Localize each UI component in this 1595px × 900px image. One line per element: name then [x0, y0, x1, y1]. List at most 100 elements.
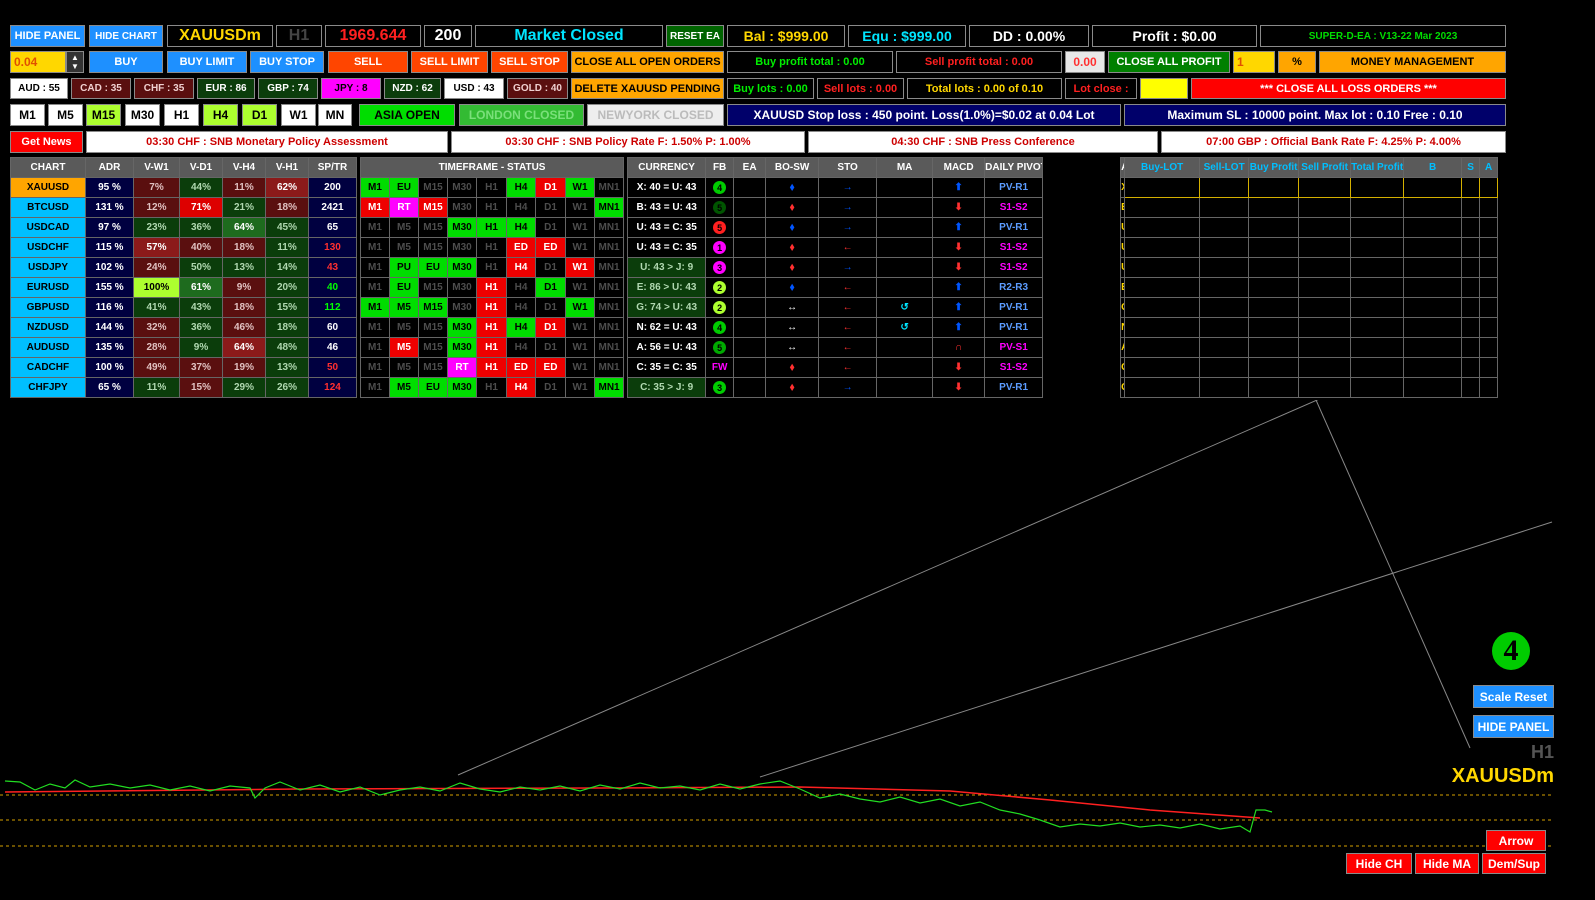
- ma-cell: ↺: [876, 297, 934, 318]
- close-all-open-orders-button[interactable]: CLOSE ALL OPEN ORDERS: [571, 51, 724, 73]
- chart-symbol-button[interactable]: CHFJPY: [10, 377, 86, 398]
- macd-arrow-icon: ⬆: [932, 317, 986, 338]
- chart-symbol-button[interactable]: AUDUSD: [10, 337, 86, 358]
- timeframe-status-cell: M30: [447, 257, 477, 278]
- table-row: USDJPY 102 % 24% 50% 13% 14% 43 M1 PU EU M30 H1 H4 D1…: [10, 257, 1516, 278]
- sto-arrow-icon: ←: [818, 337, 878, 358]
- hide-panel-button-side[interactable]: HIDE PANEL: [1473, 715, 1554, 738]
- adr-cell: 100 %: [85, 357, 134, 378]
- hide-ch-button[interactable]: Hide CH: [1346, 853, 1412, 874]
- chart-symbol-button[interactable]: USDJPY: [10, 257, 86, 278]
- column-header: V-H4: [222, 157, 266, 178]
- trade-stat-cell: [1199, 317, 1250, 338]
- reset-ea-button[interactable]: RESET EA: [666, 25, 724, 47]
- lot-stepper[interactable]: ▲ ▼: [66, 51, 84, 73]
- timeframe-button-h4[interactable]: H4: [203, 104, 238, 126]
- spread-cell: 124: [308, 377, 357, 398]
- timeframe-button-m5[interactable]: M5: [48, 104, 83, 126]
- trade-stat-cell: [1403, 377, 1463, 398]
- money-management-button[interactable]: MONEY MANAGEMENT: [1319, 51, 1506, 73]
- get-news-button[interactable]: Get News: [10, 131, 83, 153]
- column-header: BO-SW: [765, 157, 820, 178]
- timeframe-status-cell: H4: [506, 297, 536, 318]
- chart-symbol-button[interactable]: USDCAD: [10, 217, 86, 238]
- timeframe-status-cell: MN1: [593, 357, 625, 378]
- fb-signal-icon: 4: [713, 181, 727, 194]
- sell-limit-button[interactable]: SELL LIMIT: [411, 51, 488, 73]
- timeframe-status-cell: W1: [565, 197, 595, 218]
- buy-button[interactable]: BUY: [89, 51, 163, 73]
- column-gap: [1042, 177, 1121, 198]
- trade-stat-cell: [1298, 177, 1352, 198]
- sto-arrow-icon: ←: [818, 237, 878, 258]
- daily-pivot-cell: PV-R1: [984, 217, 1044, 238]
- buy-stop-button[interactable]: BUY STOP: [250, 51, 324, 73]
- timeframe-button-mn[interactable]: MN: [318, 104, 352, 126]
- chart-symbol-button[interactable]: NZDUSD: [10, 317, 86, 338]
- timeframe-button-d1[interactable]: D1: [242, 104, 277, 126]
- chart-symbol-button[interactable]: USDCHF: [10, 237, 86, 258]
- london-session: LONDON CLOSED: [459, 104, 584, 126]
- timeframe-status-cell: H4: [506, 337, 536, 358]
- timeframe-status-cell: H1: [476, 197, 507, 218]
- delete-pending-button[interactable]: DELETE XAUUSD PENDING: [571, 78, 724, 99]
- news-item-3: 04:30 CHF : SNB Press Conference: [808, 131, 1158, 153]
- chart-symbol-button[interactable]: CADCHF: [10, 357, 86, 378]
- timeframe-status-cell: RT: [389, 197, 419, 218]
- timeframe-status-cell: D1: [535, 177, 566, 198]
- adr-cell: 97 %: [85, 217, 134, 238]
- hide-panel-button[interactable]: HIDE PANEL: [10, 25, 85, 47]
- lot-close-input[interactable]: [1140, 78, 1188, 99]
- trade-stat-cell: [1461, 257, 1481, 278]
- daily-pivot-cell: PV-R1: [984, 317, 1044, 338]
- timeframe-status-cell: H1: [476, 317, 507, 338]
- hide-ma-button[interactable]: Hide MA: [1415, 853, 1479, 874]
- dem-sup-button[interactable]: Dem/Sup: [1482, 853, 1546, 874]
- sto-arrow-icon: →: [818, 197, 878, 218]
- timeframe-status-cell: M1: [360, 377, 390, 398]
- timeframe-status-cell: W1: [565, 317, 595, 338]
- trade-stat-cell: [1124, 257, 1201, 278]
- timeframe-status-cell: H1: [476, 377, 507, 398]
- macd-arrow-icon: ⬇: [932, 237, 986, 258]
- hide-chart-button[interactable]: HIDE CHART: [89, 25, 163, 47]
- ea-cell: [733, 257, 767, 278]
- down-arrow-icon[interactable]: ▼: [71, 62, 79, 71]
- close-all-profit-button[interactable]: CLOSE ALL PROFIT: [1108, 51, 1230, 73]
- trade-stat-cell: [1124, 337, 1201, 358]
- timeframe-button-m15[interactable]: M15: [86, 104, 121, 126]
- table-row: XAUUSD 95 % 7% 44% 11% 62% 200 M1 EU M15 M30 H1 H4 D1…: [10, 177, 1516, 198]
- sell-lots-display: Sell lots : 0.00: [817, 78, 904, 99]
- chart-symbol-button[interactable]: GBPUSD: [10, 297, 86, 318]
- up-arrow-icon[interactable]: ▲: [71, 53, 79, 62]
- trade-stat-cell: [1403, 237, 1463, 258]
- chart-symbol-button[interactable]: XAUUSD: [10, 177, 86, 198]
- trade-stat-cell: [1350, 237, 1405, 258]
- sell-button[interactable]: SELL: [328, 51, 408, 73]
- chart-symbol-button[interactable]: EURUSD: [10, 277, 86, 298]
- profit-target-input[interactable]: 0.00: [1065, 51, 1105, 73]
- timeframe-button-w1[interactable]: W1: [281, 104, 316, 126]
- arrow-button[interactable]: Arrow: [1486, 830, 1546, 851]
- column-header: V-H1: [265, 157, 309, 178]
- timeframe-status-cell: M15: [418, 177, 448, 198]
- chart-symbol-button[interactable]: BTCUSD: [10, 197, 86, 218]
- timeframe-button-m1[interactable]: M1: [10, 104, 45, 126]
- currency-strength-eur: EUR : 86: [197, 78, 255, 99]
- trade-stat-cell: [1479, 257, 1499, 278]
- sell-stop-button[interactable]: SELL STOP: [491, 51, 568, 73]
- trade-stat-cell: [1403, 297, 1463, 318]
- bo-sw-cell: ↔: [765, 297, 820, 318]
- volatility-h1-cell: 18%: [265, 317, 309, 338]
- lot-size-input[interactable]: 0.04: [10, 51, 66, 73]
- scale-reset-button[interactable]: Scale Reset: [1473, 685, 1554, 708]
- currency-compare-cell: C: 35 = C: 35: [627, 357, 707, 378]
- risk-percent-input[interactable]: 1: [1233, 51, 1275, 73]
- timeframe-button-h1[interactable]: H1: [164, 104, 199, 126]
- column-gap: [1042, 357, 1121, 378]
- timeframe-status-cell: MN1: [593, 377, 625, 398]
- buy-limit-button[interactable]: BUY LIMIT: [167, 51, 247, 73]
- trade-stat-cell: [1461, 357, 1481, 378]
- timeframe-button-m30[interactable]: M30: [125, 104, 160, 126]
- close-all-loss-button[interactable]: *** CLOSE ALL LOSS ORDERS ***: [1191, 78, 1506, 99]
